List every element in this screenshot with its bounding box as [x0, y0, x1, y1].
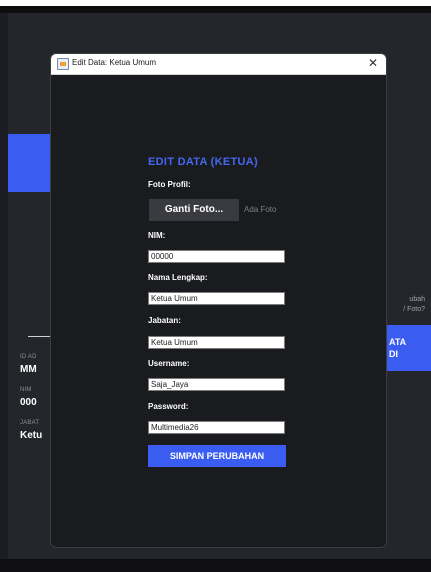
card-nim-value: 000	[20, 397, 37, 408]
background-action-button[interactable]	[384, 325, 431, 371]
background-action-button-line1: ATA	[389, 337, 407, 347]
name-label: Nama Lengkap:	[148, 273, 208, 282]
photo-status: Ada Foto	[244, 205, 277, 214]
top-band	[0, 6, 431, 13]
close-icon[interactable]: ✕	[368, 56, 378, 70]
position-label: Jabatan:	[148, 316, 181, 325]
change-photo-button[interactable]: Ganti Foto...	[149, 199, 239, 221]
position-field[interactable]: Ketua Umum	[148, 336, 285, 349]
username-field[interactable]: Saja_Jaya	[148, 378, 285, 391]
nim-field[interactable]: 00000	[148, 250, 285, 263]
card-divider	[28, 336, 50, 337]
card-jabatan-label: JABAT	[20, 420, 40, 426]
password-label: Password:	[148, 402, 189, 411]
edit-dialog: Edit Data: Ketua Umum ✕ EDIT DATA (KETUA…	[50, 53, 387, 548]
form-heading: EDIT DATA (KETUA)	[148, 156, 258, 168]
card-jabatan-value: Ketu	[20, 430, 43, 441]
java-app-icon	[57, 58, 69, 70]
card-id-value: MM	[20, 364, 37, 375]
background-action-button-line2: DI	[389, 349, 398, 359]
photo-label: Foto Profil:	[148, 180, 191, 189]
dialog-titlebar[interactable]: Edit Data: Ketua Umum ✕	[51, 54, 386, 75]
bottom-edge	[0, 559, 431, 572]
background-accent-panel	[8, 134, 50, 192]
card-nim-label: NIM	[20, 387, 32, 393]
username-label: Username:	[148, 359, 190, 368]
dialog-title: Edit Data: Ketua Umum	[72, 58, 157, 67]
name-field[interactable]: Ketua Umum	[148, 292, 285, 305]
nim-label: NIM:	[148, 231, 166, 240]
background-hint-line2: / Foto?	[403, 306, 425, 313]
background-hint-line1: ubah	[409, 296, 425, 303]
password-field[interactable]: Multimedia26	[148, 421, 285, 434]
card-id-label: ID AD	[20, 354, 37, 360]
save-button[interactable]: SIMPAN PERUBAHAN	[148, 445, 286, 467]
